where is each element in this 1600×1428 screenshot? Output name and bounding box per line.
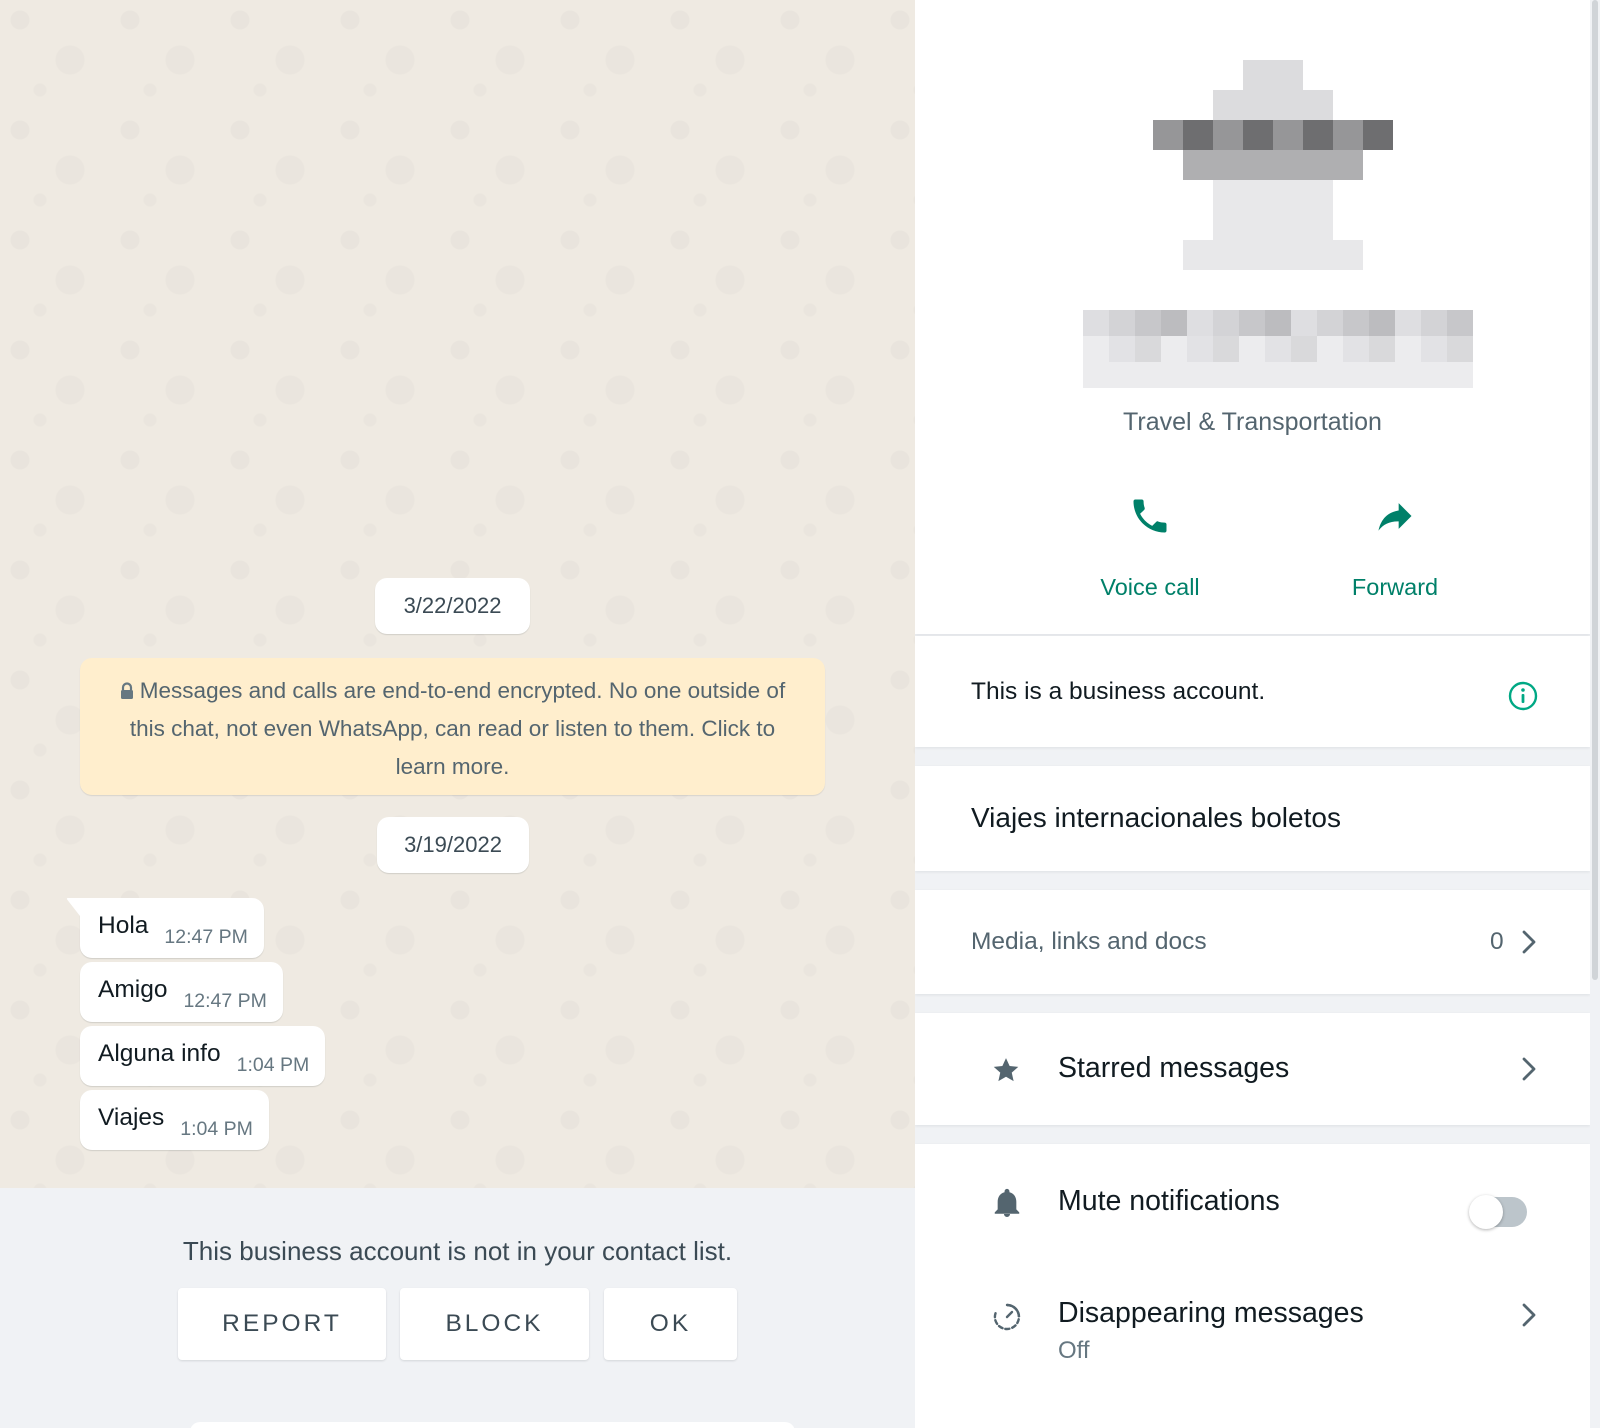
block-button[interactable]: BLOCK (400, 1288, 589, 1360)
mute-notifications-row[interactable]: Mute notifications (915, 1144, 1590, 1259)
encryption-notice[interactable]: Messages and calls are end-to-end encryp… (80, 658, 825, 795)
ok-button[interactable]: OK (604, 1288, 737, 1360)
chevron-right-icon (1522, 1057, 1536, 1081)
message-bubble[interactable]: Alguna info 1:04 PM (80, 1026, 326, 1086)
business-account-row[interactable]: This is a business account. (915, 636, 1590, 747)
message-text: Hola (98, 912, 149, 939)
bell-icon (994, 1188, 1020, 1217)
message-text: Amigo (98, 976, 168, 1003)
message-time: 12:47 PM (183, 989, 267, 1012)
message-time: 1:04 PM (180, 1117, 253, 1140)
profile-card: Travel & Transportation Voice call Forwa… (915, 0, 1590, 634)
contact-info-panel: Travel & Transportation Voice call Forwa… (915, 0, 1600, 1428)
chevron-right-icon (1522, 1303, 1536, 1327)
starred-messages-row[interactable]: Starred messages (915, 1013, 1590, 1125)
message-composer[interactable] (190, 1422, 795, 1428)
disappearing-messages-row[interactable]: Disappearing messages Off (915, 1259, 1590, 1399)
chat-settings-card: Mute notifications Disappearing messages… (915, 1144, 1590, 1428)
media-count: 0 (1490, 928, 1504, 955)
voice-call-button[interactable]: Voice call (1060, 490, 1240, 601)
business-description-card: Viajes internacionales boletos (915, 766, 1590, 871)
timer-icon (993, 1303, 1021, 1331)
report-button[interactable]: REPORT (178, 1288, 386, 1360)
lock-icon (120, 682, 133, 699)
forward-arrow-icon (1378, 503, 1412, 531)
starred-messages-label: Starred messages (1058, 1052, 1290, 1084)
star-icon (993, 1058, 1019, 1082)
encryption-notice-text: Messages and calls are end-to-end encryp… (129, 678, 786, 779)
message-time: 12:47 PM (164, 925, 248, 948)
media-links-docs-row[interactable]: Media, links and docs 0 (915, 890, 1590, 994)
message-text: Alguna info (98, 1040, 221, 1067)
message-bubble[interactable]: Hola 12:47 PM (66, 898, 264, 958)
voice-call-label: Voice call (1100, 574, 1200, 600)
disappearing-messages-label: Disappearing messages (1058, 1297, 1364, 1329)
business-description: Viajes internacionales boletos (971, 802, 1341, 833)
chevron-right-icon (1522, 930, 1536, 954)
message-bubble[interactable]: Amigo 12:47 PM (80, 962, 283, 1022)
unknown-contact-footer: This business account is not in your con… (0, 1188, 915, 1428)
business-category: Travel & Transportation (1123, 408, 1382, 436)
mute-toggle[interactable] (1469, 1195, 1527, 1229)
info-icon[interactable] (1507, 680, 1539, 712)
disappearing-messages-value: Off (1058, 1337, 1090, 1364)
not-in-contacts-notice: This business account is not in your con… (182, 1236, 733, 1266)
avatar[interactable] (1123, 30, 1423, 270)
message-time: 1:04 PM (236, 1053, 310, 1076)
chat-panel: 3/22/2022 Messages and calls are end-to-… (0, 0, 915, 1428)
media-links-docs-label: Media, links and docs (971, 928, 1207, 955)
contact-name (1057, 310, 1499, 390)
toggle-knob (1469, 1195, 1503, 1229)
message-text: Viajes (98, 1104, 165, 1131)
bubble-tail (66, 898, 80, 916)
scrollbar-thumb[interactable] (1592, 0, 1598, 980)
mute-notifications-label: Mute notifications (1058, 1185, 1280, 1217)
forward-button[interactable]: Forward (1305, 490, 1485, 601)
date-chip: 3/22/2022 (375, 578, 530, 634)
forward-label: Forward (1351, 574, 1439, 600)
business-account-text: This is a business account. (971, 678, 1266, 705)
message-bubble[interactable]: Viajes 1:04 PM (80, 1090, 269, 1150)
phone-icon (1133, 499, 1167, 533)
date-chip: 3/19/2022 (377, 817, 529, 873)
